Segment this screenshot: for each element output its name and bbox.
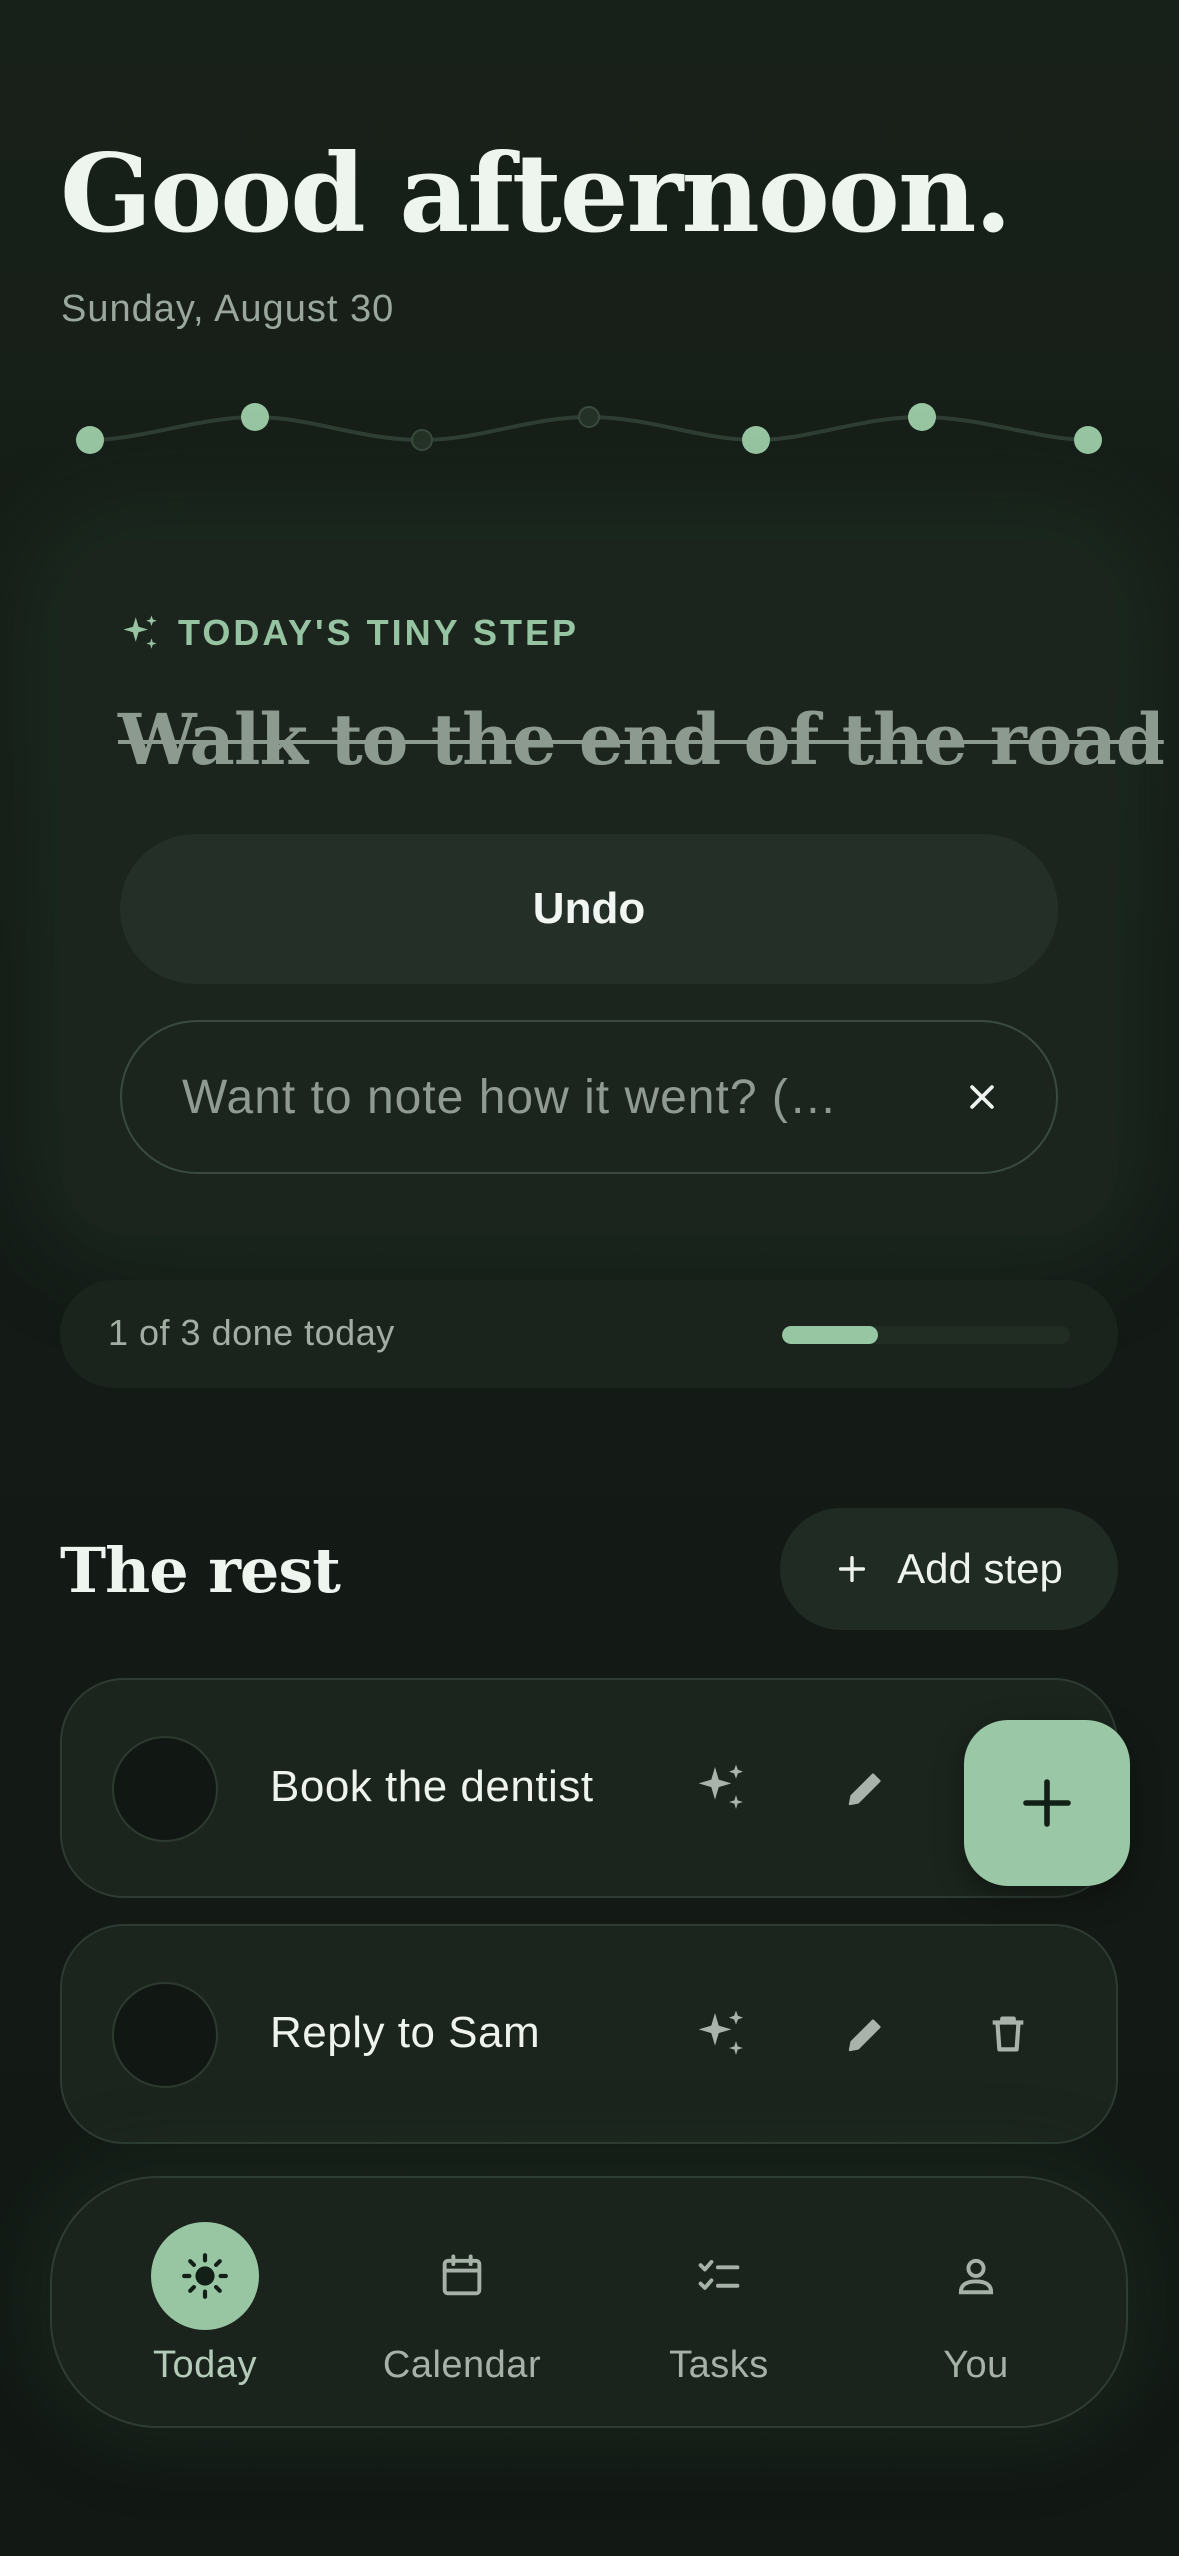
pencil-icon[interactable] [838,2006,894,2062]
day-dot [76,426,104,454]
day-dot [241,403,269,431]
task-row[interactable]: Reply to Sam [60,1924,1118,2144]
trash-icon[interactable] [980,2006,1036,2062]
day-dot [1074,426,1102,454]
add-task-fab[interactable] [964,1720,1130,1886]
rest-heading: The rest [60,1534,341,1607]
checklist-icon [665,2222,773,2330]
nav-item-you[interactable]: You [866,2222,1086,2387]
day-dot [411,429,433,451]
task-row[interactable]: Book the dentist [60,1678,1118,1898]
tiny-step-eyebrow: TODAY'S TINY STEP [120,612,579,654]
day-dot [578,406,600,428]
progress-bar [782,1326,1070,1344]
plus-icon [839,1555,866,1583]
day-dot [742,426,770,454]
user-icon [922,2222,1030,2330]
daily-progress-card: 1 of 3 done today [60,1280,1118,1388]
calendar-icon [408,2222,516,2330]
progress-bar-fill [782,1326,878,1344]
greeting-heading: Good afternoon. [60,131,1012,257]
day-dot [908,403,936,431]
tiny-step-card: TODAY'S TINY STEP Walk to the end of the… [60,540,1165,1236]
sparkle-icon [123,615,157,649]
add-step-label: Add step [897,1545,1063,1592]
nav-item-calendar[interactable]: Calendar [352,2222,572,2387]
note-placeholder: Want to note how it went? (… [182,1070,838,1124]
nav-label-today: Today [153,2344,257,2386]
nav-label-calendar: Calendar [382,2344,542,2386]
task-label: Book the dentist [270,1762,594,1811]
date-label: Sunday, August 30 [61,288,395,330]
progress-text: 1 of 3 done today [108,1312,395,1353]
task-checkbox[interactable] [112,1982,218,2088]
nav-label-you: You [943,2344,1009,2386]
sun-icon [151,2222,259,2330]
close-icon[interactable] [956,1071,1008,1123]
undo-button[interactable]: Undo [120,834,1058,984]
nav-item-today[interactable]: Today [95,2222,315,2387]
task-checkbox[interactable] [112,1736,218,1842]
tiny-step-eyebrow-label: TODAY'S TINY STEP [178,612,579,653]
plus-icon [1023,1779,1071,1827]
note-input[interactable]: Want to note how it went? (… [120,1020,1058,1174]
tiny-step-title: Walk to the end of the road [118,698,1165,781]
pencil-icon[interactable] [838,1760,894,1816]
sparkle-icon[interactable] [694,2006,750,2062]
task-label: Reply to Sam [270,2008,541,2057]
nav-item-tasks[interactable]: Tasks [609,2222,829,2387]
bottom-navigation: Today Calendar Tasks You [50,2176,1128,2428]
add-step-button[interactable]: Add step [780,1508,1118,1630]
nav-label-tasks: Tasks [669,2344,769,2386]
sparkle-icon[interactable] [694,1760,750,1816]
week-progress-wave [76,403,1102,454]
